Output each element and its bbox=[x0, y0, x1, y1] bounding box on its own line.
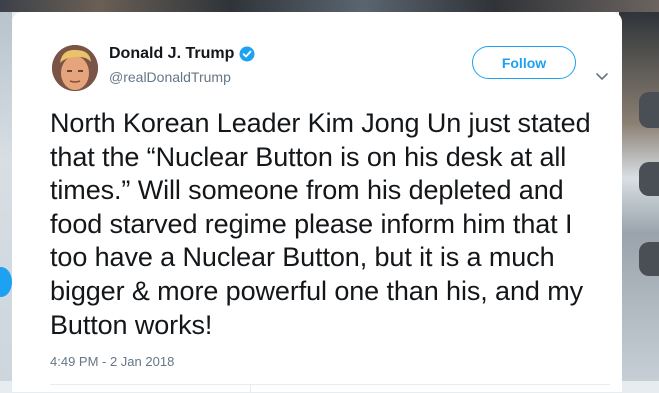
side-avatar bbox=[639, 162, 659, 196]
author-name-row[interactable]: Donald J. Trump bbox=[109, 45, 255, 63]
follow-button[interactable]: Follow bbox=[472, 46, 576, 79]
side-avatar bbox=[639, 242, 659, 276]
previous-arrow[interactable] bbox=[0, 267, 12, 297]
author-handle[interactable]: @realDonaldTrump bbox=[109, 69, 231, 85]
background-left-strip bbox=[0, 12, 12, 381]
side-avatar bbox=[639, 92, 659, 128]
tweet-card: Donald J. Trump @realDonaldTrump Follow … bbox=[12, 12, 622, 393]
background-right-strip bbox=[619, 12, 659, 381]
verified-badge-icon bbox=[239, 46, 255, 62]
tweet-text: North Korean Leader Kim Jong Un just sta… bbox=[50, 108, 591, 340]
author-name[interactable]: Donald J. Trump bbox=[109, 45, 234, 63]
timestamp[interactable]: 4:49 PM - 2 Jan 2018 bbox=[50, 354, 174, 369]
divider bbox=[250, 384, 251, 393]
chevron-down-icon[interactable] bbox=[595, 69, 609, 80]
avatar[interactable] bbox=[52, 45, 98, 91]
divider bbox=[50, 384, 610, 385]
avatar-image bbox=[52, 45, 98, 91]
background-photo-strip bbox=[0, 0, 659, 12]
